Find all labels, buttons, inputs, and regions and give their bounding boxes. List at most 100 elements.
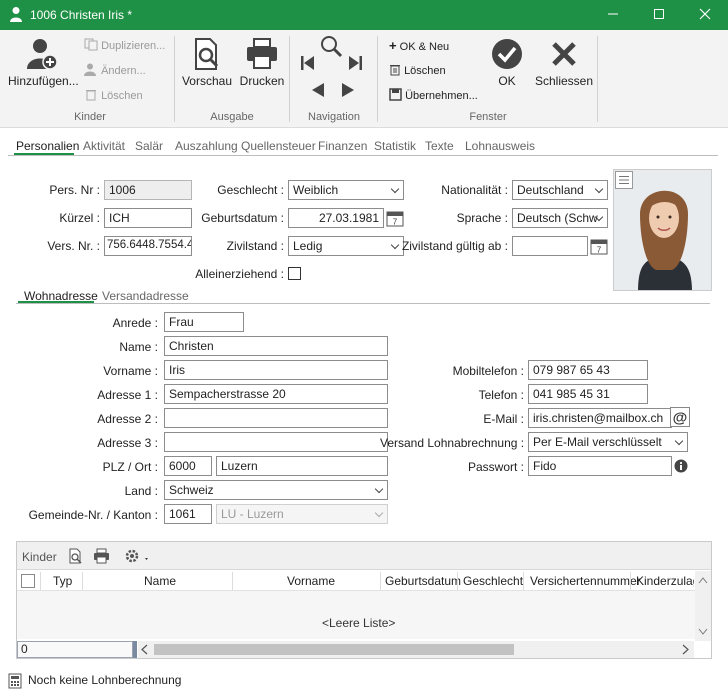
land-select[interactable]: Schweiz	[164, 480, 388, 500]
adresse1-field[interactable]: Sempacherstrasse 20	[164, 384, 388, 404]
add-child-button[interactable]: Hinzufügen...	[8, 37, 79, 88]
apply-button[interactable]: Übernehmen...	[389, 88, 478, 102]
change-button[interactable]: Ändern...	[84, 63, 146, 77]
trash-icon	[84, 90, 101, 102]
photo-menu-icon[interactable]	[615, 171, 633, 189]
search-icon	[321, 36, 343, 58]
sprache-label: Sprache :	[456, 211, 508, 225]
column-header-name[interactable]: Name	[144, 574, 176, 588]
tab-salaer[interactable]: Salär	[135, 139, 163, 153]
horizontal-scrollbar[interactable]	[138, 641, 694, 658]
vers-nr-field[interactable]: 756.6448.7554.4	[104, 236, 192, 256]
column-separator	[523, 572, 524, 590]
save-icon	[389, 88, 405, 102]
window-title: 1006 Christen Iris *	[30, 8, 133, 22]
anrede-label: Anrede :	[112, 316, 158, 330]
column-header-geburtsdatum[interactable]: Geburtsdatum	[385, 574, 461, 588]
tab-personalien[interactable]: Personalien	[16, 139, 79, 153]
print-button[interactable]: Drucken	[238, 37, 286, 88]
ok-button[interactable]: OK	[484, 37, 530, 88]
versand-select[interactable]: Per E-Mail verschlüsselt	[528, 432, 688, 452]
info-icon[interactable]	[674, 459, 688, 476]
tab-versandadresse[interactable]: Versandadresse	[102, 289, 189, 303]
user-icon	[9, 6, 23, 25]
grid-preview-button[interactable]	[68, 548, 84, 567]
nationalitaet-select[interactable]: Deutschland	[512, 180, 608, 200]
plz-field[interactable]: 6000	[164, 456, 212, 476]
delete-record-button[interactable]: Löschen	[389, 63, 446, 77]
next-record-button[interactable]	[340, 82, 356, 101]
maximize-button[interactable]	[636, 0, 682, 30]
pers-nr-field[interactable]: 1006	[104, 180, 192, 200]
kanton-select: LU - Luzern	[216, 504, 388, 524]
tab-lohnausweis[interactable]: Lohnausweis	[465, 139, 535, 153]
column-separator	[380, 572, 381, 590]
column-header-vorname[interactable]: Vorname	[287, 574, 335, 588]
column-header-versichertennummer[interactable]: Versichertennummer	[530, 574, 641, 588]
preview-icon	[69, 548, 82, 564]
preview-button[interactable]: Vorschau	[180, 37, 234, 88]
delete-child-button[interactable]: Löschen	[84, 88, 143, 102]
status-text: Noch keine Lohnberechnung	[28, 673, 182, 687]
passwort-field[interactable]: Fido	[528, 456, 672, 476]
geschlecht-select[interactable]: Weiblich	[288, 180, 404, 200]
vorname-field[interactable]: Iris	[164, 360, 388, 380]
kuerzel-field[interactable]: ICH	[104, 208, 192, 228]
select-all-checkbox[interactable]	[21, 574, 35, 588]
close-button[interactable]: Schliessen	[534, 37, 594, 88]
splitter-handle[interactable]	[133, 641, 137, 658]
duplicate-icon	[84, 38, 101, 52]
send-email-icon[interactable]: @	[670, 407, 690, 427]
column-header-typ[interactable]: Typ	[53, 574, 72, 588]
sprache-select[interactable]: Deutsch (Schw	[512, 208, 608, 228]
gemeinde-kanton-label: Gemeinde-Nr. / Kanton :	[28, 508, 158, 522]
ribbon-group-navigation: Navigation	[308, 111, 360, 123]
active-subtab-indicator	[18, 301, 94, 303]
title-bar: 1006 Christen Iris *	[0, 0, 728, 30]
tab-finanzen[interactable]: Finanzen	[318, 139, 367, 153]
previous-record-button[interactable]	[310, 82, 326, 101]
name-field[interactable]: Christen	[164, 336, 388, 356]
column-header-kinderzulage[interactable]: Kinderzulage	[636, 574, 694, 588]
svg-text:7: 7	[597, 246, 602, 255]
calendar-icon[interactable]: 7	[386, 209, 404, 227]
geschlecht-label: Geschlecht :	[217, 183, 284, 197]
search-nav-button[interactable]	[318, 34, 346, 63]
duplicate-button[interactable]: Duplizieren...	[84, 38, 165, 52]
gemeinde-nr-field[interactable]: 1061	[164, 504, 212, 524]
anrede-field[interactable]: Frau	[164, 312, 244, 332]
tab-aktivitaet[interactable]: Aktivität	[83, 139, 125, 153]
ort-field[interactable]: Luzern	[216, 456, 388, 476]
column-header-geschlecht[interactable]: Geschlecht	[463, 574, 523, 588]
minimize-button[interactable]	[590, 0, 636, 30]
zivilstand-ab-label: Zivilstand gültig ab :	[401, 239, 508, 253]
close-icon	[552, 42, 576, 66]
grid-settings-button[interactable]	[124, 548, 152, 567]
tab-texte[interactable]: Texte	[425, 139, 454, 153]
mobil-field[interactable]: 079 987 65 43	[528, 360, 648, 380]
adresse2-field[interactable]	[164, 408, 388, 428]
zivilstand-select[interactable]: Ledig	[288, 236, 404, 256]
record-count: 0	[17, 641, 133, 658]
ok-new-button[interactable]: + OK & Neu	[389, 38, 449, 53]
email-field[interactable]: iris.christen@mailbox.ch	[528, 408, 672, 428]
next-icon	[342, 83, 354, 97]
last-record-button[interactable]	[347, 54, 363, 75]
telefon-field[interactable]: 041 985 45 31	[528, 384, 648, 404]
plz-ort-label: PLZ / Ort :	[102, 460, 158, 474]
alleinerziehend-checkbox[interactable]	[288, 267, 301, 280]
geburtsdatum-field[interactable]: 27.03.1981	[288, 208, 384, 228]
tab-statistik[interactable]: Statistik	[374, 139, 416, 153]
first-record-button[interactable]	[300, 54, 316, 75]
vertical-scrollbar[interactable]	[695, 571, 711, 641]
edit-user-icon	[84, 63, 101, 77]
previous-icon	[312, 83, 324, 97]
grid-print-button[interactable]	[93, 548, 110, 567]
tab-quellensteuer[interactable]: Quellensteuer	[241, 139, 316, 153]
adresse3-field[interactable]	[164, 432, 388, 452]
calendar-icon[interactable]: 7	[590, 237, 608, 255]
alleinerziehend-label: Alleinerziehend :	[195, 267, 284, 281]
close-window-button[interactable]	[682, 0, 728, 30]
tab-auszahlung[interactable]: Auszahlung	[175, 139, 238, 153]
zivilstand-ab-field[interactable]	[512, 236, 588, 256]
